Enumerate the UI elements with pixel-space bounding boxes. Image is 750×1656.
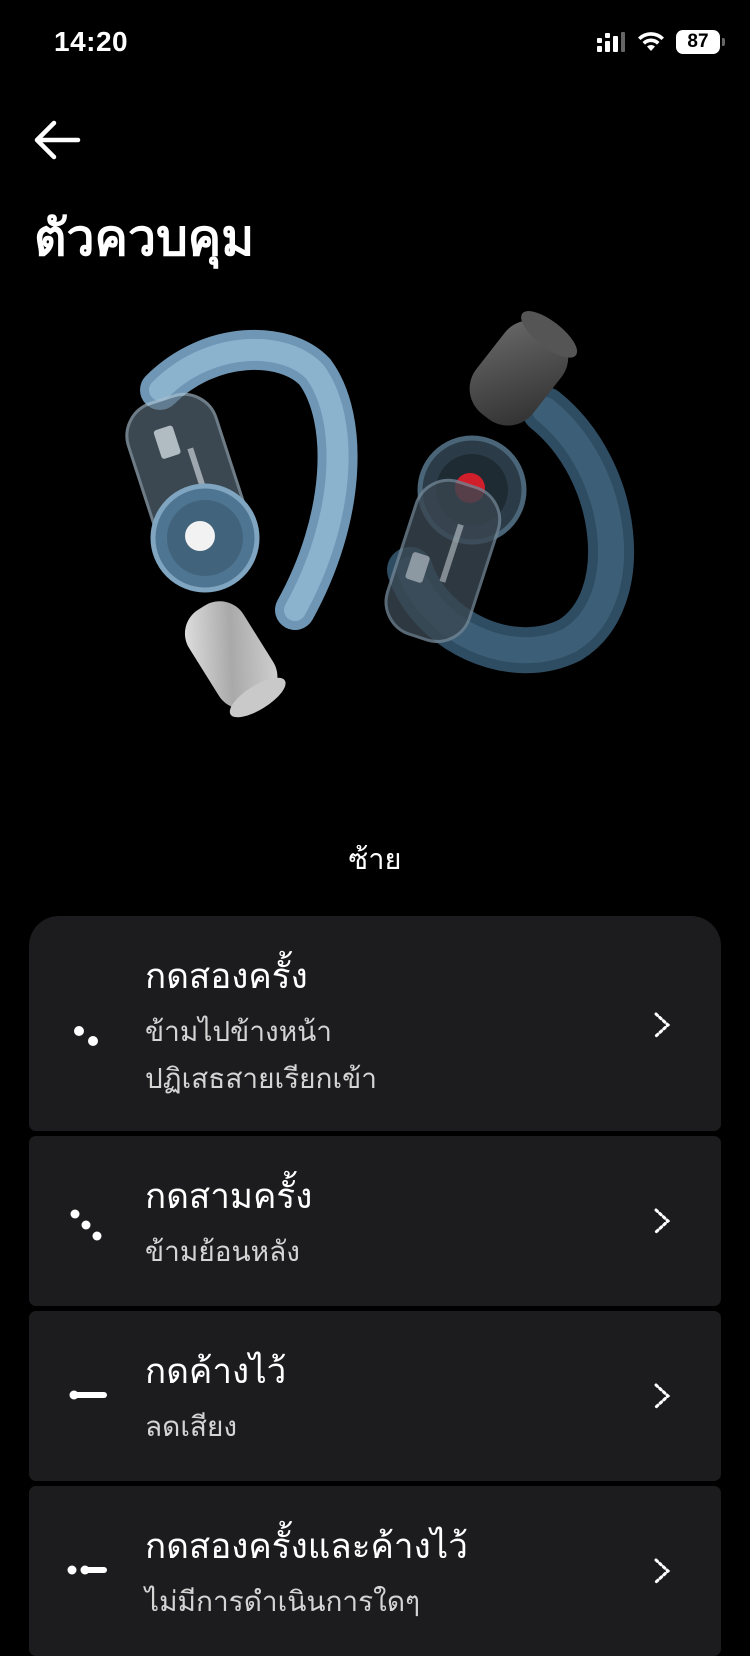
cellular-signal-icon [597,32,625,52]
status-time: 14:20 [54,26,129,57]
battery-icon: 87 [676,30,725,54]
left-earbud [125,329,358,718]
chevron-right-icon [654,1012,671,1038]
control-title: กดสามครั้ง [145,1177,313,1217]
earbuds-image [125,311,635,718]
double-tap-icon [74,1026,98,1046]
chevron-right-icon [654,1558,671,1584]
battery-level: 87 [687,31,709,52]
chevron-right-icon [654,1208,671,1234]
control-action: ลดเสียง [145,1410,238,1443]
control-double-tap[interactable]: กดสองครั้ง ข้ามไปข้างหน้า ปฏิเสธสายเรียก… [29,916,721,1131]
control-action: ปฏิเสธสายเรียกเข้า [145,1062,377,1095]
control-double-tap-hold[interactable]: กดสองครั้งและค้างไว้ ไม่มีการดำเนินการใด… [29,1486,721,1656]
control-action: ข้ามย้อนหลัง [145,1235,300,1268]
control-triple-tap[interactable]: กดสามครั้ง ข้ามย้อนหลัง [29,1136,721,1306]
control-press-hold[interactable]: กดค้างไว้ ลดเสียง [29,1311,721,1481]
status-icons: 87 [596,30,725,54]
right-earbud [384,311,635,674]
page-title: ตัวควบคุม [34,209,255,267]
control-title: กดค้างไว้ [145,1352,287,1392]
control-title: กดสองครั้งและค้างไว้ [145,1527,468,1567]
control-action: ไม่มีการดำเนินการใดๆ [145,1585,421,1618]
control-action: ข้ามไปข้างหน้า [145,1015,333,1048]
control-title: กดสองครั้ง [145,957,308,997]
wifi-icon [638,32,664,51]
press-hold-icon [69,1390,107,1400]
double-tap-hold-icon [67,1565,107,1575]
side-label: ซ้าย [348,842,402,876]
triple-tap-icon [70,1209,102,1241]
chevron-right-icon [654,1383,671,1409]
arrow-left-icon [34,120,81,160]
status-bar: 14:20 87 [0,0,750,90]
back-button[interactable] [30,112,86,168]
